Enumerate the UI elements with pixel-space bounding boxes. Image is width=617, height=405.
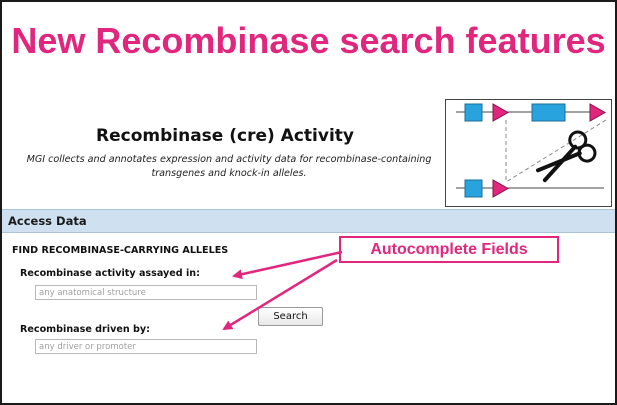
page-description: MGI collects and annotates expression an… (4, 153, 454, 181)
slide-frame: New Recombinase search features Recombin… (0, 0, 617, 405)
driver-promoter-input[interactable] (35, 339, 257, 354)
find-alleles-title: FIND RECOMBINASE-CARRYING ALLELES (12, 245, 229, 256)
search-button[interactable]: Search (258, 307, 323, 326)
anatomical-structure-input[interactable] (35, 285, 257, 300)
description-line-2: transgenes and knock-in alleles. (151, 168, 307, 179)
scissors-icon (456, 103, 607, 198)
description-line-1: MGI collects and annotates expression an… (26, 154, 432, 165)
activity-field-label: Recombinase activity assayed in: (20, 268, 200, 279)
driver-field-label: Recombinase driven by: (20, 324, 150, 335)
access-data-bar: Access Data (2, 209, 615, 233)
page-title: Recombinase (cre) Activity (96, 126, 354, 146)
arrow-to-activity-field (232, 250, 343, 280)
access-data-label: Access Data (8, 214, 87, 228)
slide-headline: New Recombinase search features (11, 20, 606, 61)
autocomplete-callout: Autocomplete Fields (339, 236, 559, 263)
recombinase-logo (445, 99, 612, 207)
